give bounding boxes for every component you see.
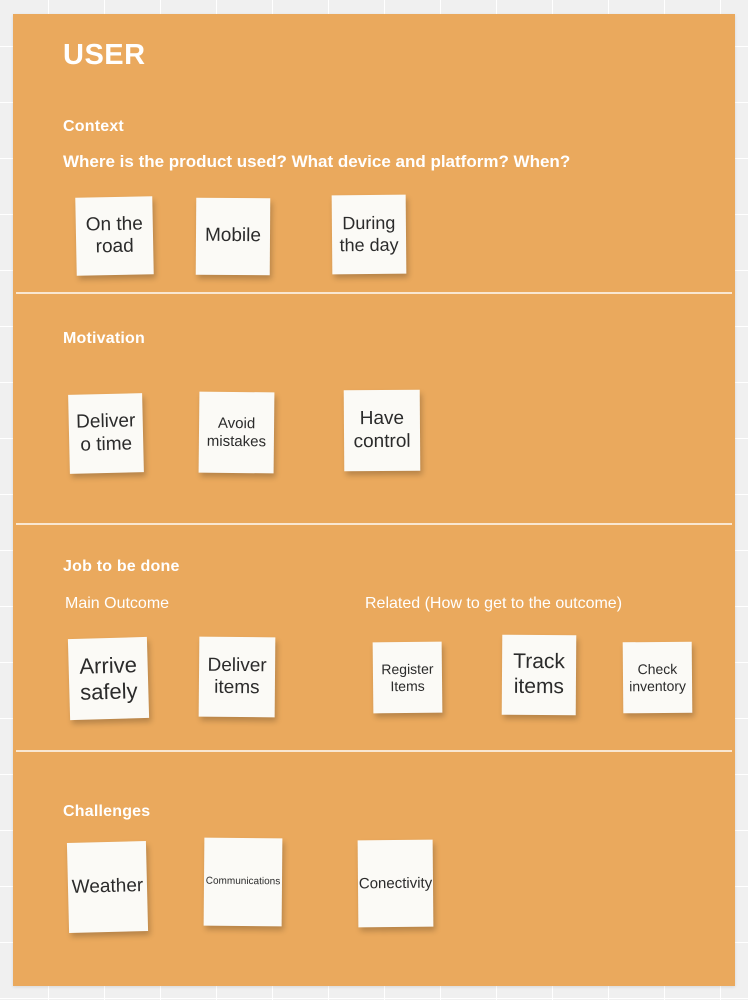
sticky-note[interactable]: Register Items [372, 641, 443, 714]
sticky-note-text: Deliver items [207, 654, 267, 699]
user-persona-board: USER Context Where is the product used? … [13, 14, 735, 986]
sticky-note[interactable]: Mobile [195, 197, 271, 276]
sticky-note-text: Mobile [204, 225, 262, 247]
section-heading-motivation: Motivation [63, 330, 145, 347]
sticky-note-text: Avoid mistakes [206, 414, 267, 450]
sticky-note-text: Deliver o time [75, 410, 136, 456]
section-heading-challenges: Challenges [63, 803, 151, 820]
sticky-note[interactable]: Deliver o time [68, 393, 144, 474]
section-motivation: Motivation Deliver o time Avoid mistakes… [13, 294, 735, 523]
column-label-related: Related (How to get to the outcome) [365, 595, 623, 612]
sticky-note[interactable]: Check inventory [622, 641, 693, 714]
sticky-note[interactable]: Have control [343, 389, 421, 472]
sticky-note-text: Weather [71, 874, 144, 898]
sticky-note-text: Have control [353, 407, 411, 452]
section-job-to-be-done: Job to be done Main Outcome Related (How… [13, 525, 735, 750]
sticky-note-text: Register Items [381, 660, 434, 694]
sticky-note[interactable]: On the road [75, 196, 154, 276]
section-heading-job: Job to be done [63, 558, 180, 575]
sticky-note-text: Communications [205, 875, 281, 888]
sticky-note[interactable]: Conectivity [357, 839, 434, 928]
sticky-note[interactable]: Weather [66, 841, 149, 933]
sticky-note-text: During the day [339, 213, 399, 255]
sticky-note[interactable]: Arrive safely [67, 636, 150, 721]
section-heading-context: Context [63, 118, 124, 135]
sticky-note[interactable]: Communications [203, 837, 283, 927]
sticky-note-text: Conectivity [358, 874, 433, 892]
context-prompt: Where is the product used? What device a… [63, 152, 571, 171]
sticky-note-text: Track items [513, 650, 566, 699]
sticky-note[interactable]: Avoid mistakes [198, 391, 275, 474]
sticky-note-text: Check inventory [629, 660, 687, 694]
sticky-note[interactable]: Deliver items [198, 636, 276, 718]
sticky-note[interactable]: During the day [331, 194, 407, 275]
column-label-main-outcome: Main Outcome [65, 595, 170, 612]
sticky-note[interactable]: Track items [501, 634, 577, 716]
section-context: Context Where is the product used? What … [13, 14, 735, 292]
sticky-note-text: On the road [85, 213, 143, 258]
section-challenges: Challenges Weather Communications Conect… [13, 752, 735, 986]
sticky-note-text: Arrive safely [79, 651, 138, 705]
